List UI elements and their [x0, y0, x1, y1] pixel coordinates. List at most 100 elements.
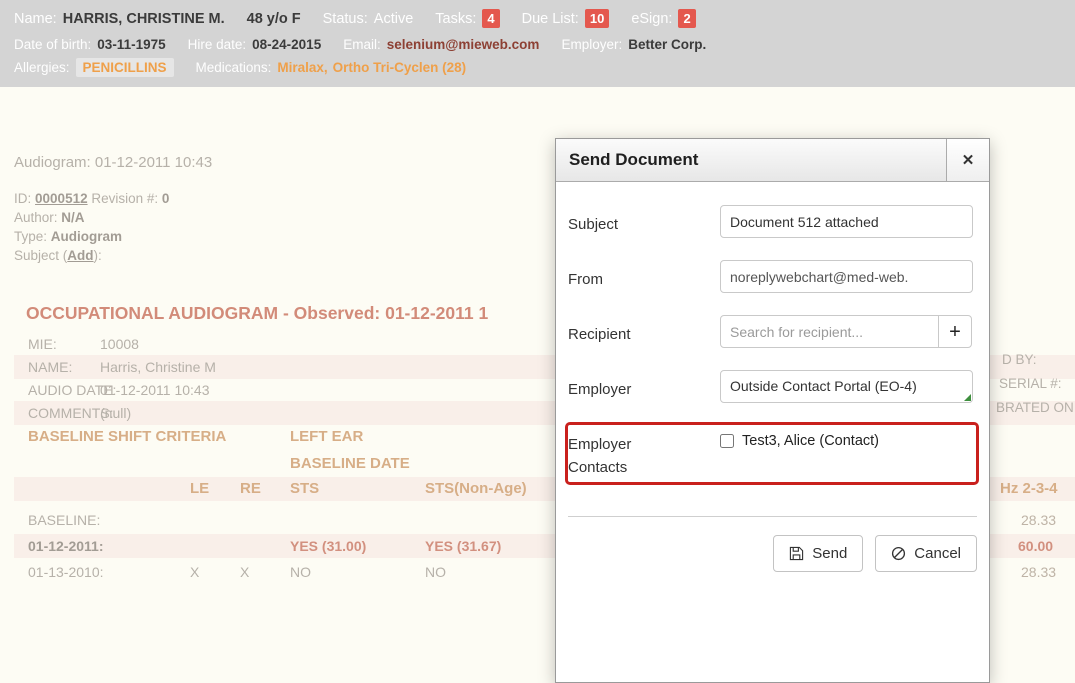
status-label: Status:	[323, 11, 368, 27]
subject-input[interactable]	[720, 205, 973, 238]
medication-link[interactable]: Miralax,	[277, 60, 327, 75]
document-id-link[interactable]: 0000512	[35, 191, 88, 206]
row-value: 60.00	[1018, 534, 1053, 558]
cancel-button[interactable]: Cancel	[875, 535, 977, 572]
contact-option-label: Test3, Alice (Contact)	[742, 433, 879, 449]
hire-date-value: 08-24-2015	[252, 37, 321, 52]
col-re: RE	[240, 477, 261, 501]
row-sts: YES (31.00)	[290, 534, 366, 558]
cancel-button-label: Cancel	[914, 545, 961, 562]
subject-field-control	[720, 205, 973, 238]
employer-label: Employer:	[561, 37, 622, 52]
employer-contacts-row: Employer Contacts Test3, Alice (Contact)	[568, 425, 977, 480]
document-author-line: Author: N/A	[14, 210, 85, 225]
esign-group: eSign: 2	[631, 9, 695, 28]
employer-field-row: Employer Outside Contact Portal (EO-4)	[568, 370, 977, 403]
employer-value: Better Corp.	[628, 37, 706, 52]
tasks-badge[interactable]: 4	[482, 9, 499, 28]
esign-badge[interactable]: 2	[678, 9, 695, 28]
contact-checkbox[interactable]	[720, 434, 734, 448]
document-id-line: ID: 0000512 Revision #: 0	[14, 191, 169, 206]
from-field-label: From	[568, 260, 720, 293]
info-value: (null)	[100, 401, 131, 425]
from-input[interactable]	[720, 260, 973, 293]
info-label: MIE:	[28, 332, 57, 356]
row-value: 28.33	[1021, 560, 1056, 584]
email-link[interactable]: selenium@mieweb.com	[387, 37, 540, 52]
right-column-fragment: D BY:	[1002, 352, 1037, 367]
right-column-fragment: SERIAL #:	[999, 376, 1062, 391]
col-hz: Hz 2-3-4	[1000, 477, 1058, 501]
col-sts-nonage: STS(Non-Age)	[425, 477, 527, 501]
medication-link[interactable]: Ortho Tri-Cyclen (28)	[333, 60, 467, 75]
allergies-label: Allergies:	[14, 60, 70, 75]
right-column-fragment: BRATED ON	[996, 400, 1074, 415]
send-button[interactable]: Send	[773, 535, 863, 572]
recipient-field-control: +	[720, 315, 972, 348]
row-date: BASELINE:	[28, 508, 100, 532]
subject-field-row: Subject	[568, 205, 977, 238]
dob-label: Date of birth:	[14, 37, 91, 52]
name-label: Name:	[14, 11, 57, 27]
id-label: ID:	[14, 191, 31, 206]
medications-label: Medications:	[196, 60, 272, 75]
subject-add-link[interactable]: Add	[67, 248, 93, 263]
type-label: Type:	[14, 229, 47, 244]
dob-value: 03-11-1975	[97, 37, 165, 52]
patient-banner-line2: Date of birth: 03-11-1975 Hire date: 08-…	[14, 37, 1061, 52]
contact-option[interactable]: Test3, Alice (Contact)	[720, 425, 879, 449]
hire-date-group: Hire date: 08-24-2015	[188, 37, 322, 52]
hire-date-label: Hire date:	[188, 37, 247, 52]
from-field-control	[720, 260, 973, 293]
employer-contacts-label: Employer Contacts	[568, 425, 650, 480]
row-date: 01-13-2010:	[28, 560, 104, 584]
row-value: 28.33	[1021, 508, 1056, 532]
baseline-criteria-heading: BASELINE SHIFT CRITERIA	[28, 428, 226, 445]
employer-field-label: Employer	[568, 370, 720, 403]
type-value: Audiogram	[51, 229, 122, 244]
info-value: 01-12-2011 10:43	[100, 378, 210, 402]
col-sts: STS	[290, 477, 319, 501]
add-recipient-button[interactable]: +	[938, 315, 972, 348]
employer-field-control: Outside Contact Portal (EO-4)	[720, 370, 973, 403]
save-icon	[789, 546, 804, 561]
tasks-label: Tasks:	[435, 11, 476, 27]
modal-actions: Send Cancel	[568, 517, 977, 572]
info-label: NAME:	[28, 355, 72, 379]
row-sts: NO	[290, 560, 311, 584]
row-sts-nonage: NO	[425, 560, 446, 584]
revision-label: Revision #:	[91, 191, 158, 206]
patient-banner: Name: HARRIS, CHRISTINE M. 48 y/o F Stat…	[0, 0, 1075, 87]
email-group: Email: selenium@mieweb.com	[343, 37, 539, 52]
recipient-search-input[interactable]	[720, 315, 939, 348]
email-label: Email:	[343, 37, 381, 52]
employer-contacts-control: Test3, Alice (Contact)	[720, 425, 879, 480]
due-list-label: Due List:	[522, 11, 579, 27]
col-le: LE	[190, 477, 209, 501]
revision-value: 0	[162, 191, 170, 206]
select-arrow-icon	[964, 394, 971, 401]
age-sex-value: 48 y/o F	[247, 11, 301, 27]
tasks-group: Tasks: 4	[435, 9, 499, 28]
patient-name-group: Name: HARRIS, CHRISTINE M.	[14, 11, 225, 27]
due-list-group: Due List: 10	[522, 9, 610, 28]
send-button-label: Send	[812, 545, 847, 562]
due-list-badge[interactable]: 10	[585, 9, 609, 28]
recipient-field-row: Recipient +	[568, 315, 977, 348]
recipient-field-label: Recipient	[568, 315, 720, 348]
medications-group: Medications: Miralax, Ortho Tri-Cyclen (…	[196, 60, 472, 75]
info-value: 10008	[100, 332, 139, 356]
subject-suffix: ):	[94, 248, 102, 263]
from-field-row: From	[568, 260, 977, 293]
document-type-line: Type: Audiogram	[14, 229, 122, 244]
close-icon[interactable]: ✕	[946, 139, 989, 181]
left-ear-heading: LEFT EAR	[290, 428, 363, 445]
document-title: Audiogram: 01-12-2011 10:43	[14, 154, 212, 171]
document-subject-line: Subject (Add):	[14, 248, 102, 263]
row-date: 01-12-2011:	[28, 534, 104, 558]
modal-body: Subject From Recipient + Employer Outsid…	[556, 182, 989, 572]
cancel-icon	[891, 546, 906, 561]
employer-select[interactable]: Outside Contact Portal (EO-4)	[720, 370, 973, 403]
audiogram-heading: OCCUPATIONAL AUDIOGRAM - Observed: 01-12…	[26, 303, 488, 324]
allergy-chip[interactable]: PENICILLINS	[76, 58, 174, 77]
